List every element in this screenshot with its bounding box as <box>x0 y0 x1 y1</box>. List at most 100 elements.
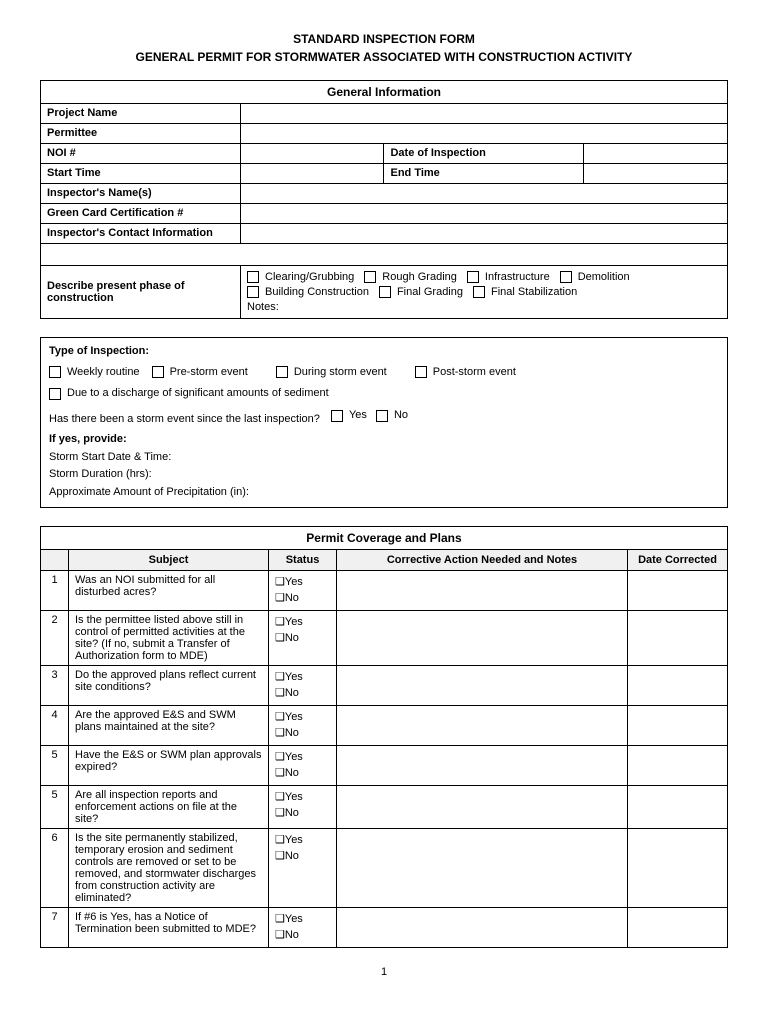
row-2-num: 2 <box>41 610 69 665</box>
contact-info-value[interactable] <box>241 224 728 244</box>
row-7-date[interactable] <box>628 907 728 947</box>
col-corrective: Corrective Action Needed and Notes <box>337 549 628 570</box>
row-5a-corrective[interactable] <box>337 745 628 785</box>
checkbox-discharge-box[interactable] <box>49 388 61 400</box>
inspection-type-block: Type of Inspection: Weekly routine Pre-s… <box>40 337 728 508</box>
checkbox-prestorm-box[interactable] <box>152 366 164 378</box>
permittee-label: Permittee <box>41 124 241 144</box>
table-row: 7 If #6 is Yes, has a Notice of Terminat… <box>41 907 728 947</box>
green-card-value[interactable] <box>241 204 728 224</box>
date-inspection-label: Date of Inspection <box>384 144 584 164</box>
checkbox-rough-grading-box[interactable] <box>364 271 376 283</box>
checkbox-duringstorm[interactable]: During storm event <box>276 364 387 382</box>
row-2-corrective[interactable] <box>337 610 628 665</box>
checkbox-final-grading[interactable]: Final Grading <box>379 286 463 298</box>
row-7-status[interactable]: ❑Yes❑No <box>269 907 337 947</box>
checkbox-discharge[interactable]: Due to a discharge of significant amount… <box>49 385 329 403</box>
checkbox-building-box[interactable] <box>247 286 259 298</box>
checkbox-storm-no[interactable]: No <box>376 407 408 425</box>
row-3-corrective[interactable] <box>337 665 628 705</box>
row-5b-num: 5 <box>41 785 69 828</box>
checkbox-weekly-box[interactable] <box>49 366 61 378</box>
checkbox-poststorm[interactable]: Post-storm event <box>415 364 516 382</box>
col-subject: Subject <box>69 549 269 570</box>
checkbox-clearing-box[interactable] <box>247 271 259 283</box>
notes-line: Notes: <box>247 301 721 313</box>
checkbox-final-grading-box[interactable] <box>379 286 391 298</box>
phase-label: Describe present phase ofconstruction <box>41 266 241 319</box>
checkbox-final-stab[interactable]: Final Stabilization <box>473 286 577 298</box>
table-row: 5 Have the E&S or SWM plan approvals exp… <box>41 745 728 785</box>
row-1-status[interactable]: ❑Yes❑No <box>269 570 337 610</box>
row-4-num: 4 <box>41 705 69 745</box>
row-6-status[interactable]: ❑Yes❑No <box>269 828 337 907</box>
table-row: 2 Is the permittee listed above still in… <box>41 610 728 665</box>
storm-start-field: Storm Start Date & Time: <box>49 449 719 467</box>
end-time-label: End Time <box>384 164 584 184</box>
checkbox-storm-no-box[interactable] <box>376 410 388 422</box>
row-4-status[interactable]: ❑Yes❑No <box>269 705 337 745</box>
noi-value[interactable] <box>241 144 384 164</box>
table-row: 1 Was an NOI submitted for all disturbed… <box>41 570 728 610</box>
checkbox-demolition[interactable]: Demolition <box>560 271 630 283</box>
inspection-type-title: Type of Inspection: <box>49 343 719 361</box>
inspector-names-label: Inspector's Name(s) <box>41 184 241 204</box>
row-6-date[interactable] <box>628 828 728 907</box>
project-name-label: Project Name <box>41 104 241 124</box>
checkbox-storm-yes-box[interactable] <box>331 410 343 422</box>
row-3-status[interactable]: ❑Yes❑No <box>269 665 337 705</box>
row-6-corrective[interactable] <box>337 828 628 907</box>
row-7-subject: If #6 is Yes, has a Notice of Terminatio… <box>69 907 269 947</box>
checkbox-building[interactable]: Building Construction <box>247 286 369 298</box>
checkbox-demolition-box[interactable] <box>560 271 572 283</box>
row-5b-corrective[interactable] <box>337 785 628 828</box>
row-6-num: 6 <box>41 828 69 907</box>
checkbox-final-stab-box[interactable] <box>473 286 485 298</box>
row-1-date[interactable] <box>628 570 728 610</box>
row-2-date[interactable] <box>628 610 728 665</box>
page-title: STANDARD INSPECTION FORM GENERAL PERMIT … <box>40 30 728 66</box>
row-5a-date[interactable] <box>628 745 728 785</box>
start-time-value[interactable] <box>241 164 384 184</box>
row-1-corrective[interactable] <box>337 570 628 610</box>
row-5a-subject: Have the E&S or SWM plan approvals expir… <box>69 745 269 785</box>
row-2-status[interactable]: ❑Yes❑No <box>269 610 337 665</box>
row-4-date[interactable] <box>628 705 728 745</box>
row-5b-date[interactable] <box>628 785 728 828</box>
page-number: 1 <box>40 966 728 978</box>
table-row: 3 Do the approved plans reflect current … <box>41 665 728 705</box>
checkbox-infrastructure-box[interactable] <box>467 271 479 283</box>
blank-row <box>41 244 728 266</box>
row-7-num: 7 <box>41 907 69 947</box>
checkbox-storm-yes[interactable]: Yes <box>331 407 367 425</box>
row-3-subject: Do the approved plans reflect current si… <box>69 665 269 705</box>
project-name-value[interactable] <box>241 104 728 124</box>
col-status: Status <box>269 549 337 570</box>
checkbox-infrastructure[interactable]: Infrastructure <box>467 271 550 283</box>
checkbox-prestorm[interactable]: Pre-storm event <box>152 364 248 382</box>
inspection-type-options: Weekly routine Pre-storm event During st… <box>49 364 719 403</box>
checkbox-poststorm-box[interactable] <box>415 366 427 378</box>
checkbox-duringstorm-box[interactable] <box>276 366 288 378</box>
storm-event-question: Has there been a storm event since the l… <box>49 407 719 428</box>
col-num <box>41 549 69 570</box>
contact-info-label: Inspector's Contact Information <box>41 224 241 244</box>
row-1-num: 1 <box>41 570 69 610</box>
row-5b-status[interactable]: ❑Yes❑No <box>269 785 337 828</box>
row-4-corrective[interactable] <box>337 705 628 745</box>
row-5a-status[interactable]: ❑Yes❑No <box>269 745 337 785</box>
row-7-corrective[interactable] <box>337 907 628 947</box>
table-row: 6 Is the site permanently stabilized, te… <box>41 828 728 907</box>
checkbox-rough-grading[interactable]: Rough Grading <box>364 271 457 283</box>
row-2-subject: Is the permittee listed above still in c… <box>69 610 269 665</box>
inspector-names-value[interactable] <box>241 184 728 204</box>
checkbox-clearing[interactable]: Clearing/Grubbing <box>247 271 354 283</box>
end-time-value[interactable] <box>584 164 728 184</box>
permittee-value[interactable] <box>241 124 728 144</box>
phase-checkboxes: Clearing/Grubbing Rough Grading Infrastr… <box>241 266 728 319</box>
date-inspection-value[interactable] <box>584 144 728 164</box>
row-5a-num: 5 <box>41 745 69 785</box>
checkbox-weekly[interactable]: Weekly routine <box>49 364 140 382</box>
storm-precip-field: Approximate Amount of Precipitation (in)… <box>49 484 719 502</box>
row-3-date[interactable] <box>628 665 728 705</box>
